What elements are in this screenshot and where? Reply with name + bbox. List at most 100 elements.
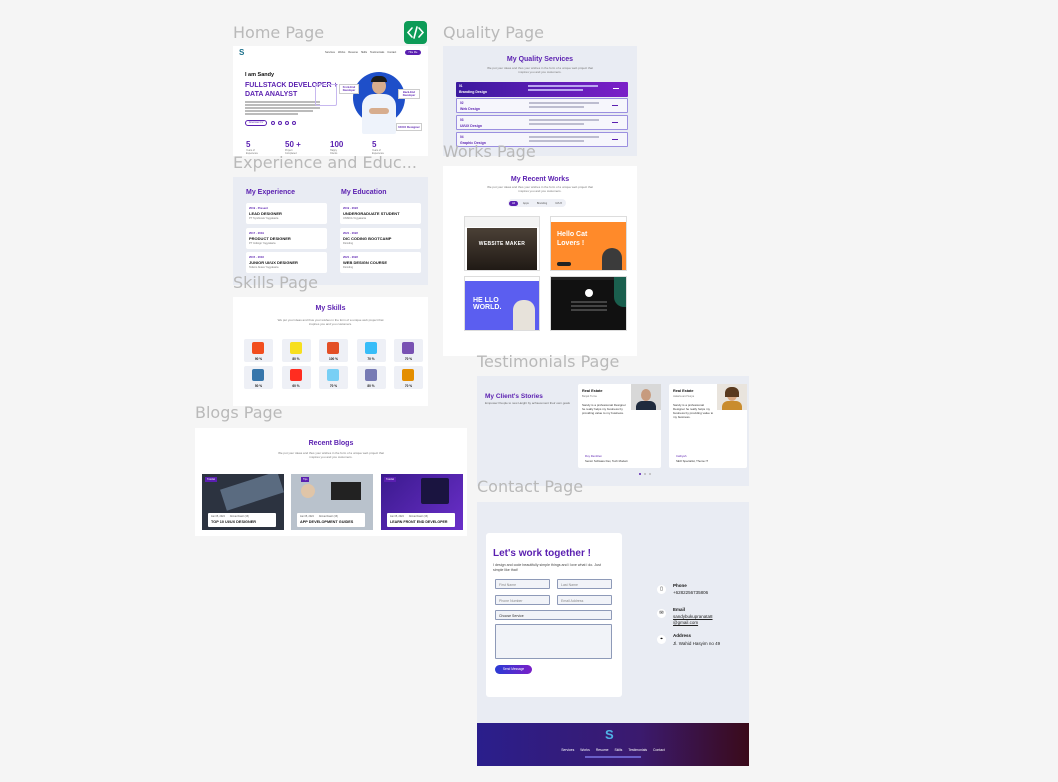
social-icon[interactable] — [271, 121, 275, 125]
nav-works[interactable]: Works — [338, 51, 345, 54]
download-cv-button[interactable]: Download CV — [245, 120, 267, 126]
code-icon-glyph — [406, 26, 425, 39]
blogs-page-frame[interactable]: Recent Blogs We put your ideas and thus … — [195, 428, 467, 536]
skill-tile: 100 % — [319, 339, 348, 362]
edu-years: 2019 - 2023 — [343, 206, 358, 210]
work-thumbnail[interactable]: Hello Cat Lovers ! — [550, 216, 627, 271]
exp-years: 2019 - Present — [249, 206, 268, 210]
skill-percent: 70 % — [404, 357, 413, 361]
testimonial-card[interactable]: Real Estate Jakarta and Surya Sandy is a… — [669, 384, 747, 468]
blog-title: TOP 10 UI/UX DESIGNER — [211, 520, 257, 524]
carousel-dot-active[interactable] — [639, 473, 641, 475]
footer-nav-works[interactable]: Works — [580, 748, 590, 752]
service-num: 03 — [460, 118, 464, 122]
arrow-right-icon[interactable] — [613, 88, 619, 89]
experience-card: 2015 - 2016 JUNIOR UI/UX DESIGNER Telkom… — [246, 252, 327, 273]
blog-card[interactable]: Tutorial Jan 05, 2024 Ahmad Fauzi (15) L… — [381, 474, 463, 530]
service-row-uiux[interactable]: 03 UI/UX Design — [456, 115, 628, 130]
footer-nav-resume[interactable]: Resume — [596, 748, 609, 752]
social-icon[interactable] — [278, 121, 282, 125]
footer-logo[interactable]: S — [605, 727, 614, 742]
frame-label-skills: Skills Page — [233, 273, 318, 292]
skill-percent: 70 % — [367, 357, 375, 361]
works-page-frame[interactable]: My Recent Works We put your ideas and th… — [443, 166, 637, 356]
arrow-right-icon[interactable] — [612, 139, 618, 140]
skill-percent: 70 % — [404, 384, 413, 388]
footer-nav-services[interactable]: Services — [561, 748, 574, 752]
footer-nav-contact[interactable]: Contact — [653, 748, 665, 752]
email-value[interactable]: sandybukupranata8 @gmail.com — [673, 614, 713, 625]
stat-value: 50 + — [285, 140, 301, 149]
headline-line-2: DATA ANALYST — [245, 91, 298, 98]
skills-page-frame[interactable]: My Skills We put your ideas and thus you… — [233, 297, 428, 406]
service-name: UI/UX Design — [460, 124, 482, 128]
message-textarea[interactable] — [495, 624, 612, 659]
contact-page-frame[interactable]: Let's work together ! I design and code … — [477, 502, 749, 766]
last-name-field[interactable]: Last Name — [557, 579, 612, 589]
hire-me-button[interactable]: Hire Me — [405, 50, 421, 55]
nav-contact[interactable]: Contact — [387, 51, 396, 54]
quality-page-frame[interactable]: My Quality Services We put your ideas an… — [443, 46, 637, 156]
exp-title: LEAD DESIGNER — [249, 211, 282, 216]
email-field[interactable]: Email Address — [557, 595, 612, 605]
testimonial-card[interactable]: Real Estate Berjek Turna Sandy is a prof… — [578, 384, 661, 468]
filter-tab-all[interactable]: All — [509, 200, 518, 206]
testimonial-quote: Sandy is a professional Designer he real… — [673, 403, 714, 420]
skill-tile: 70 % — [394, 366, 423, 389]
blog-author: Ahmad Fauzi (15) — [318, 515, 338, 518]
frame-label-experience: Experience and Educ... — [233, 153, 417, 172]
home-page-frame[interactable]: S Services Works Resume Skills Testimoni… — [233, 46, 428, 156]
arrow-right-icon[interactable] — [612, 105, 618, 106]
code-icon[interactable] — [404, 21, 427, 44]
blog-card[interactable]: Tips Jan 05, 2024 Ahmad Fauzi (15) APP D… — [291, 474, 373, 530]
filter-tab-apps[interactable]: Apps — [520, 201, 532, 206]
service-select[interactable]: Choose Service — [495, 610, 612, 620]
phone-field[interactable]: Phone Number — [495, 595, 550, 605]
works-subtitle: We put your ideas and thus your wishes i… — [443, 185, 637, 194]
social-icon[interactable] — [292, 121, 296, 125]
skill-percent: 70 % — [329, 384, 338, 388]
nav-skills[interactable]: Skills — [361, 51, 367, 54]
carousel-dot[interactable] — [644, 473, 646, 475]
footer-nav-testimonials[interactable]: Testimonials — [628, 748, 647, 752]
arrow-right-icon[interactable] — [612, 122, 618, 123]
service-row-branding[interactable]: 01 Branding Design — [456, 82, 628, 97]
testimonial-label: Real Estate — [673, 389, 694, 393]
footer: S Services Works Resume Skills Testimoni… — [477, 723, 749, 766]
work-thumbnail[interactable]: WEBSITE MAKER — [464, 216, 540, 271]
carousel-dot[interactable] — [649, 473, 651, 475]
testimonials-title: My Client's Stories — [485, 393, 543, 400]
works-title: My Recent Works — [510, 176, 570, 183]
edu-title: UNDERGRADUATE STUDENT — [343, 211, 400, 216]
send-message-button[interactable]: Send Message — [495, 665, 532, 674]
address-value: Jl. Wahid Hasyim no 49 — [673, 641, 721, 646]
blog-date: Jan 05, 2024 — [211, 515, 225, 518]
skill-tile: 50 % — [244, 366, 273, 389]
experience-page-frame[interactable]: My Experience My Education 2019 - Presen… — [233, 177, 428, 285]
footer-nav: Services Works Resume Skills Testimonial… — [477, 748, 749, 752]
nav-testimonials[interactable]: Testimonials — [370, 51, 384, 54]
footer-nav-skills[interactable]: Skills — [614, 748, 622, 752]
js-icon — [289, 342, 302, 354]
nav-resume[interactable]: Resume — [348, 51, 358, 54]
service-row-web[interactable]: 02 Web Design — [456, 98, 628, 113]
nav-services[interactable]: Services — [325, 51, 335, 54]
stat-value: 5 — [372, 140, 377, 149]
testimonials-page-frame[interactable]: My Client's Stories Empower People to ne… — [477, 376, 749, 486]
work-thumbnail[interactable]: HE LLO WORLD. — [464, 276, 540, 331]
filter-tab-branding[interactable]: Branding — [534, 201, 550, 206]
phone-label: Phone — [673, 583, 687, 588]
work-thumbnail[interactable] — [550, 276, 627, 331]
service-desc — [529, 102, 599, 104]
quality-subtitle: We put your ideas and thus your wishes i… — [443, 66, 637, 75]
education-title: My Education — [341, 189, 387, 196]
exp-sub: PT Indisign Yogyakarta — [249, 242, 276, 245]
filter-tab-uiux[interactable]: UI/UX — [552, 201, 565, 206]
skill-percent: 100 % — [328, 357, 339, 361]
blog-card[interactable]: Tutorial Jan 05, 2024 Ahmad Fauzi (15) T… — [202, 474, 284, 530]
social-icon[interactable] — [285, 121, 289, 125]
blog-title: APP DEVELOPMENT GUIDES — [300, 520, 354, 524]
home-logo[interactable]: S — [239, 48, 244, 57]
first-name-field[interactable]: First Name — [495, 579, 550, 589]
blog-date: Jan 05, 2024 — [390, 515, 404, 518]
